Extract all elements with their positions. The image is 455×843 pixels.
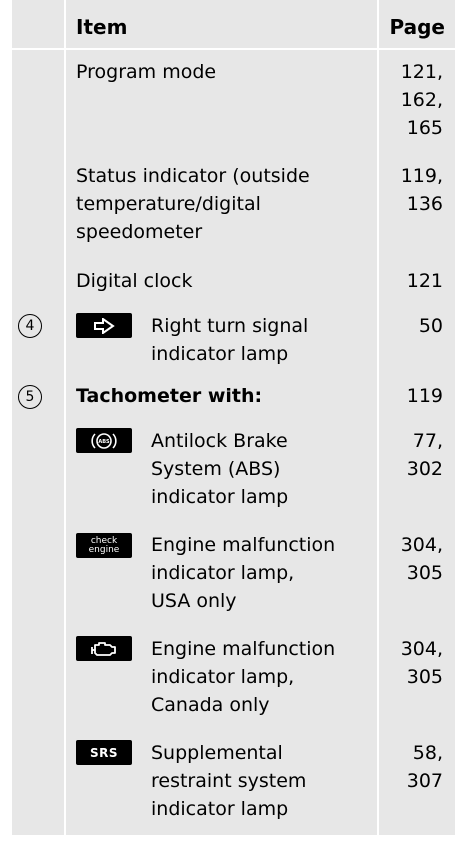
- row-page-abs: 77, 302: [406, 430, 443, 480]
- row-page-program-mode: 121, 162, 165: [400, 61, 443, 139]
- row-item-program-mode: Program mode: [76, 61, 217, 83]
- reference-table: Item Page Program mode 121, 162, 165 Sta…: [0, 0, 455, 843]
- callout-number-5: 5: [18, 385, 42, 409]
- row-page-engine-canada: 304, 305: [400, 638, 443, 688]
- engine-icon: [76, 636, 132, 661]
- row-item-right-turn-signal: Right turn signal indicator lamp: [151, 315, 309, 365]
- row-item-digital-clock: Digital clock: [76, 270, 193, 292]
- abs-icon: ABS: [76, 428, 132, 453]
- row-page-right-turn-signal: 50: [418, 315, 443, 337]
- header-divider: [12, 48, 455, 50]
- page-header: Page: [389, 15, 446, 39]
- row-page-srs: 58, 307: [406, 742, 443, 792]
- row-item-abs: Antilock Brake System (ABS) indicator la…: [151, 430, 289, 508]
- svg-text:ABS: ABS: [98, 439, 110, 445]
- item-header: Item: [76, 15, 128, 39]
- row-page-digital-clock: 121: [406, 270, 443, 292]
- row-page-tachometer: 119: [406, 385, 443, 407]
- row-item-engine-usa: Engine malfunction indicator lamp, USA o…: [151, 534, 336, 612]
- right-turn-signal-arrow-icon: [76, 313, 132, 338]
- row-page-status-indicator: 119, 136: [400, 165, 443, 215]
- number-column: [12, 0, 64, 835]
- row-item-status-indicator: Status indicator (outside temperature/di…: [76, 165, 310, 243]
- check-engine-icon: check engine: [76, 533, 132, 558]
- row-page-engine-usa: 304, 305: [400, 534, 443, 584]
- callout-number-4: 4: [18, 314, 42, 338]
- srs-icon: SRS: [76, 740, 132, 765]
- row-item-srs: Supplemental restraint system indicator …: [151, 742, 307, 820]
- row-item-engine-canada: Engine malfunction indicator lamp, Canad…: [151, 638, 336, 716]
- row-item-tachometer: Tachometer with:: [76, 385, 263, 407]
